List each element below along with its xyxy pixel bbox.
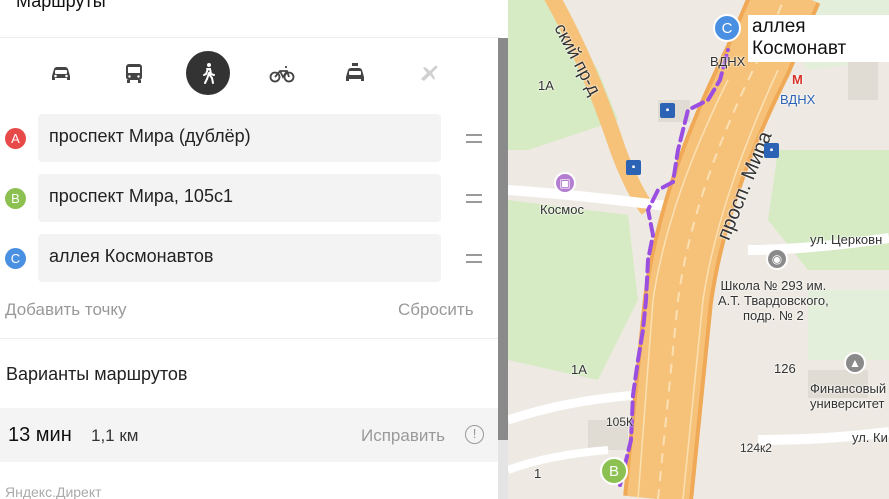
routes-panel: Маршруты A проспект Мира (дублёр) B прос… (0, 0, 508, 499)
mode-bike-button[interactable] (260, 51, 304, 95)
waypoint-b-input[interactable]: проспект Мира, 105с1 (38, 174, 441, 222)
map-label-house: 1 (534, 466, 542, 481)
map-label-vdnh: ВДНХ (710, 54, 746, 69)
mode-car-button[interactable] (39, 51, 83, 95)
map-label-house: 124к2 (740, 441, 772, 455)
waypoint-b-letter: B (11, 191, 20, 206)
divider (0, 37, 500, 38)
route-distance: 1,1 км (91, 426, 139, 445)
bus-stop-icon[interactable]: ▪ (660, 103, 675, 118)
mode-walk-button[interactable] (186, 51, 230, 95)
metro-icon: М (792, 72, 803, 87)
destination-label[interactable]: аллея Космонавт (748, 15, 889, 62)
map-base (508, 0, 889, 499)
route-time: 13 мин (8, 424, 72, 446)
waypoint-a-input[interactable]: проспект Мира (дублёр) (38, 114, 441, 162)
map-label-house: 105К (606, 415, 634, 429)
plane-icon (421, 65, 438, 81)
variants-title: Варианты маршрутов (6, 364, 188, 384)
map-label-school: Школа № 293 им. А.Т. Твардовского, подр.… (718, 278, 829, 323)
reset-button[interactable]: Сбросить (398, 300, 474, 320)
map-label-house: 126 (774, 361, 796, 376)
map-label-vdnh-metro: ВДНХ (780, 92, 816, 107)
destination-letter: C (721, 19, 733, 37)
waypoint-c-drag-handle[interactable] (466, 254, 482, 263)
map-label-finance: Финансовый университет (810, 381, 887, 411)
scrollbar-track[interactable] (498, 440, 508, 499)
bicycle-icon (269, 66, 295, 83)
ad-label: Яндекс.Директ (5, 484, 102, 499)
route-option[interactable]: 13 мин 1,1 км Исправить ! (0, 408, 498, 462)
car-icon (52, 67, 70, 80)
map-label-kosmos: Космос (540, 202, 584, 217)
university-icon[interactable]: ▲ (844, 352, 866, 374)
cinema-icon[interactable]: ▣ (554, 172, 576, 194)
map-label-house: 1А (538, 78, 554, 93)
map-canvas[interactable]: ский пр-д просп. Мира ул. Церковн ВДНХ В… (508, 0, 889, 499)
destination-pin[interactable]: C (713, 14, 741, 42)
info-icon[interactable]: ! (465, 425, 484, 444)
pedestrian-icon (203, 63, 215, 84)
fix-route-link[interactable]: Исправить (361, 426, 445, 446)
waypoint-a-letter: A (11, 131, 20, 146)
waypoint-c-input[interactable]: аллея Космонавтов (38, 234, 441, 282)
map-label-church-street: ул. Церковн (810, 232, 883, 247)
waypoint-a-badge: A (5, 128, 26, 149)
map-label-house: 1А (571, 362, 587, 377)
bus-stop-icon[interactable]: ▪ (626, 160, 641, 175)
panel-title: Маршруты (16, 0, 106, 11)
mode-bus-button[interactable] (112, 51, 156, 95)
bus-stop-icon[interactable]: ▪ (764, 143, 779, 158)
mode-taxi-button[interactable] (333, 51, 377, 95)
map-label-street: ул. Ки (852, 430, 888, 445)
waypoint-c-letter: C (10, 251, 21, 266)
waypoint-b-pin[interactable]: B (600, 457, 628, 485)
waypoint-a-drag-handle[interactable] (466, 134, 482, 143)
divider (0, 338, 498, 339)
mode-plane-button[interactable] (407, 51, 451, 95)
school-icon[interactable]: ◉ (766, 248, 788, 270)
waypoint-c-badge: C (5, 248, 26, 269)
waypoint-b-badge: B (5, 188, 26, 209)
waypoint-b-drag-handle[interactable] (466, 194, 482, 203)
bus-icon (126, 64, 142, 83)
taxi-icon (346, 63, 364, 81)
scrollbar-thumb[interactable] (498, 38, 508, 440)
waypoint-b-pin-letter: B (608, 462, 619, 480)
add-point-button[interactable]: Добавить точку (5, 300, 127, 320)
